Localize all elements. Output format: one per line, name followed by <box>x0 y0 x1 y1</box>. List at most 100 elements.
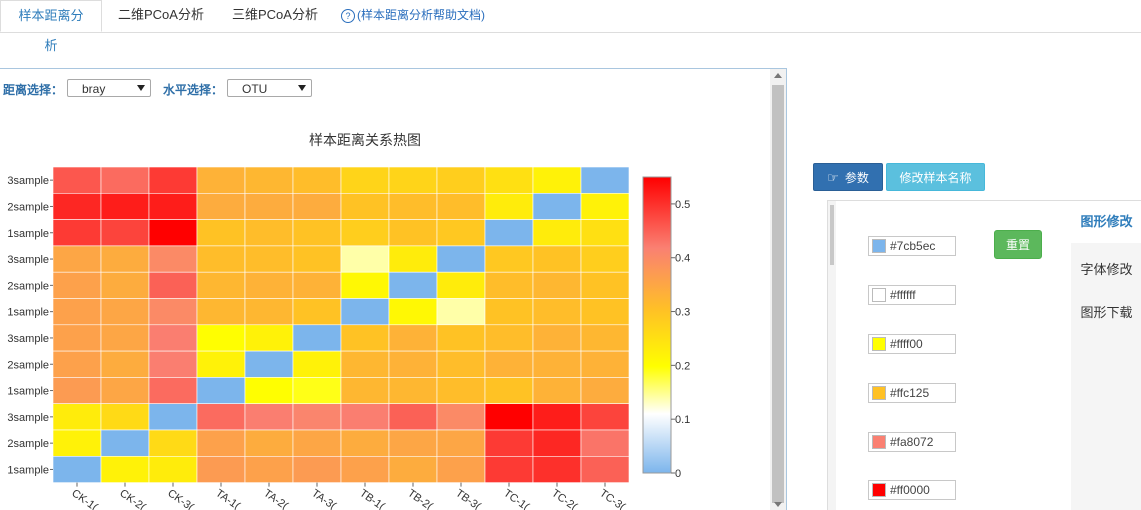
heatmap-cell <box>484 193 534 220</box>
row-label: 2sample <box>7 280 49 292</box>
tab-2d-pcoa[interactable]: 二维PCoA分析 <box>118 0 204 32</box>
heatmap-cell <box>388 377 438 404</box>
question-circle-icon: ? <box>341 8 355 23</box>
heatmap-cell <box>388 429 438 457</box>
heatmap-cell <box>388 271 438 299</box>
heatmap-cell <box>484 245 534 273</box>
heatmap-cell <box>52 166 102 194</box>
heatmap-cell <box>340 271 390 299</box>
color-value: #ffc125 <box>890 386 930 400</box>
heatmap-cell <box>484 429 534 457</box>
heatmap-cell <box>580 377 630 404</box>
colorbar-tick-label: 0 <box>675 468 681 480</box>
heatmap-cell <box>580 350 630 378</box>
tab-bar: 样本距离分析 二维PCoA分析 三维PCoA分析 ? (样本距离分析帮助文档) <box>0 0 1141 53</box>
heatmap-cell <box>484 403 534 431</box>
column-label: TB-2( <box>405 487 435 510</box>
row-label: 3sample <box>7 175 49 187</box>
tab-font-modify[interactable]: 字体修改 <box>1071 259 1141 278</box>
tab-3d-pcoa[interactable]: 三维PCoA分析 <box>232 0 318 32</box>
scroll-up-icon[interactable] <box>774 73 782 78</box>
color-picker-2[interactable]: #ffffff <box>868 285 956 305</box>
tab-sample-distance[interactable]: 样本距离分析 <box>0 0 102 53</box>
heatmap-cell <box>340 377 390 404</box>
tab-chart-modify[interactable]: 图形修改 <box>1071 201 1141 243</box>
column-label: TB-1( <box>357 487 387 510</box>
heatmap-panel: 距离选择： bray 水平选择： OTU 样本距离关系热图 3sample 2sa… <box>0 68 787 510</box>
heatmap-cell <box>532 350 582 378</box>
heatmap-cell <box>52 271 102 299</box>
heatmap-cell <box>580 324 630 352</box>
reset-button[interactable]: 重置 <box>994 230 1042 259</box>
heatmap-cell <box>292 429 342 457</box>
color-picker-6[interactable]: #ff0000 <box>868 480 956 500</box>
heatmap-cell <box>292 271 342 299</box>
heatmap-cell <box>196 219 246 247</box>
rename-samples-button[interactable]: 修改样本名称 <box>886 163 985 191</box>
panel-scrollbar[interactable] <box>770 69 786 510</box>
heatmap-cell <box>340 166 390 194</box>
color-swatch <box>872 288 886 302</box>
heatmap-cell <box>580 193 630 220</box>
heatmap-cell <box>292 298 342 326</box>
heatmap-cell <box>532 245 582 273</box>
heatmap-cell <box>292 377 342 404</box>
heatmap-cell <box>292 324 342 352</box>
heatmap-cell <box>52 350 102 378</box>
heatmap-cell <box>484 324 534 352</box>
column-label: CK-1( <box>69 487 100 510</box>
colorbar-tick-label: 0.1 <box>675 414 690 426</box>
heatmap-cell <box>148 455 198 483</box>
heatmap-cell <box>100 429 150 457</box>
heatmap-cell <box>580 403 630 431</box>
heatmap-cell <box>436 455 486 483</box>
settings-scrollbar[interactable] <box>828 201 836 510</box>
row-label: 2sample <box>7 438 49 450</box>
color-picker-5[interactable]: #fa8072 <box>868 432 956 452</box>
params-button-label: 参数 <box>844 171 869 185</box>
heatmap-cell <box>340 455 390 483</box>
heatmap-cell <box>532 403 582 431</box>
row-label: 1sample <box>7 307 49 319</box>
color-value: #7cb5ec <box>890 239 936 253</box>
settings-side-tabs: 图形修改 字体修改 图形下载 <box>1071 201 1141 510</box>
colorbar-tick-label: 0.3 <box>675 307 690 319</box>
heatmap-cell <box>292 455 342 483</box>
heatmap-cell <box>52 324 102 352</box>
heatmap-cell <box>100 298 150 326</box>
heatmap-cell <box>148 219 198 247</box>
heatmap-cell <box>532 324 582 352</box>
heatmap-cell <box>100 324 150 352</box>
heatmap-cell <box>148 377 198 404</box>
heatmap-cell <box>148 271 198 299</box>
heatmap-cell <box>532 166 582 194</box>
tab-chart-download[interactable]: 图形下载 <box>1071 302 1141 321</box>
row-label: 2sample <box>7 359 49 371</box>
heatmap-cell <box>580 455 630 483</box>
heatmap-cell <box>148 350 198 378</box>
heatmap-cell <box>100 455 150 483</box>
heatmap-cell <box>580 298 630 326</box>
column-label: TC-3( <box>597 487 627 510</box>
heatmap-cell <box>196 324 246 352</box>
color-picker-4[interactable]: #ffc125 <box>868 383 956 403</box>
color-swatch <box>872 483 886 497</box>
heatmap-cell <box>580 245 630 273</box>
heatmap-cell <box>532 455 582 483</box>
color-picker-3[interactable]: #ffff00 <box>868 334 956 354</box>
params-button[interactable]: ☞ 参数 <box>813 163 883 191</box>
heatmap-chart: 样本距离关系热图 3sample 2sample 1sample 3sample 2sa… <box>7 132 690 510</box>
scroll-down-icon[interactable] <box>774 502 782 507</box>
scrollbar-thumb[interactable] <box>772 85 784 503</box>
heatmap-cell <box>436 350 486 378</box>
heatmap-cell <box>532 219 582 247</box>
help-doc-label: (样本距离分析帮助文档) <box>357 8 485 22</box>
heatmap-cell <box>436 298 486 326</box>
heatmap-cell <box>388 193 438 220</box>
help-doc-link[interactable]: ? (样本距离分析帮助文档) <box>341 0 485 32</box>
color-picker-1[interactable]: #7cb5ec <box>868 236 956 256</box>
colorbar-tick-label: 0.5 <box>675 199 690 211</box>
settings-scrollbar-thumb[interactable] <box>830 205 834 265</box>
heatmap-cell <box>100 377 150 404</box>
settings-panel: #7cb5ec #ffffff #ffff00 #ffc125 #fa8072 … <box>827 200 1141 510</box>
